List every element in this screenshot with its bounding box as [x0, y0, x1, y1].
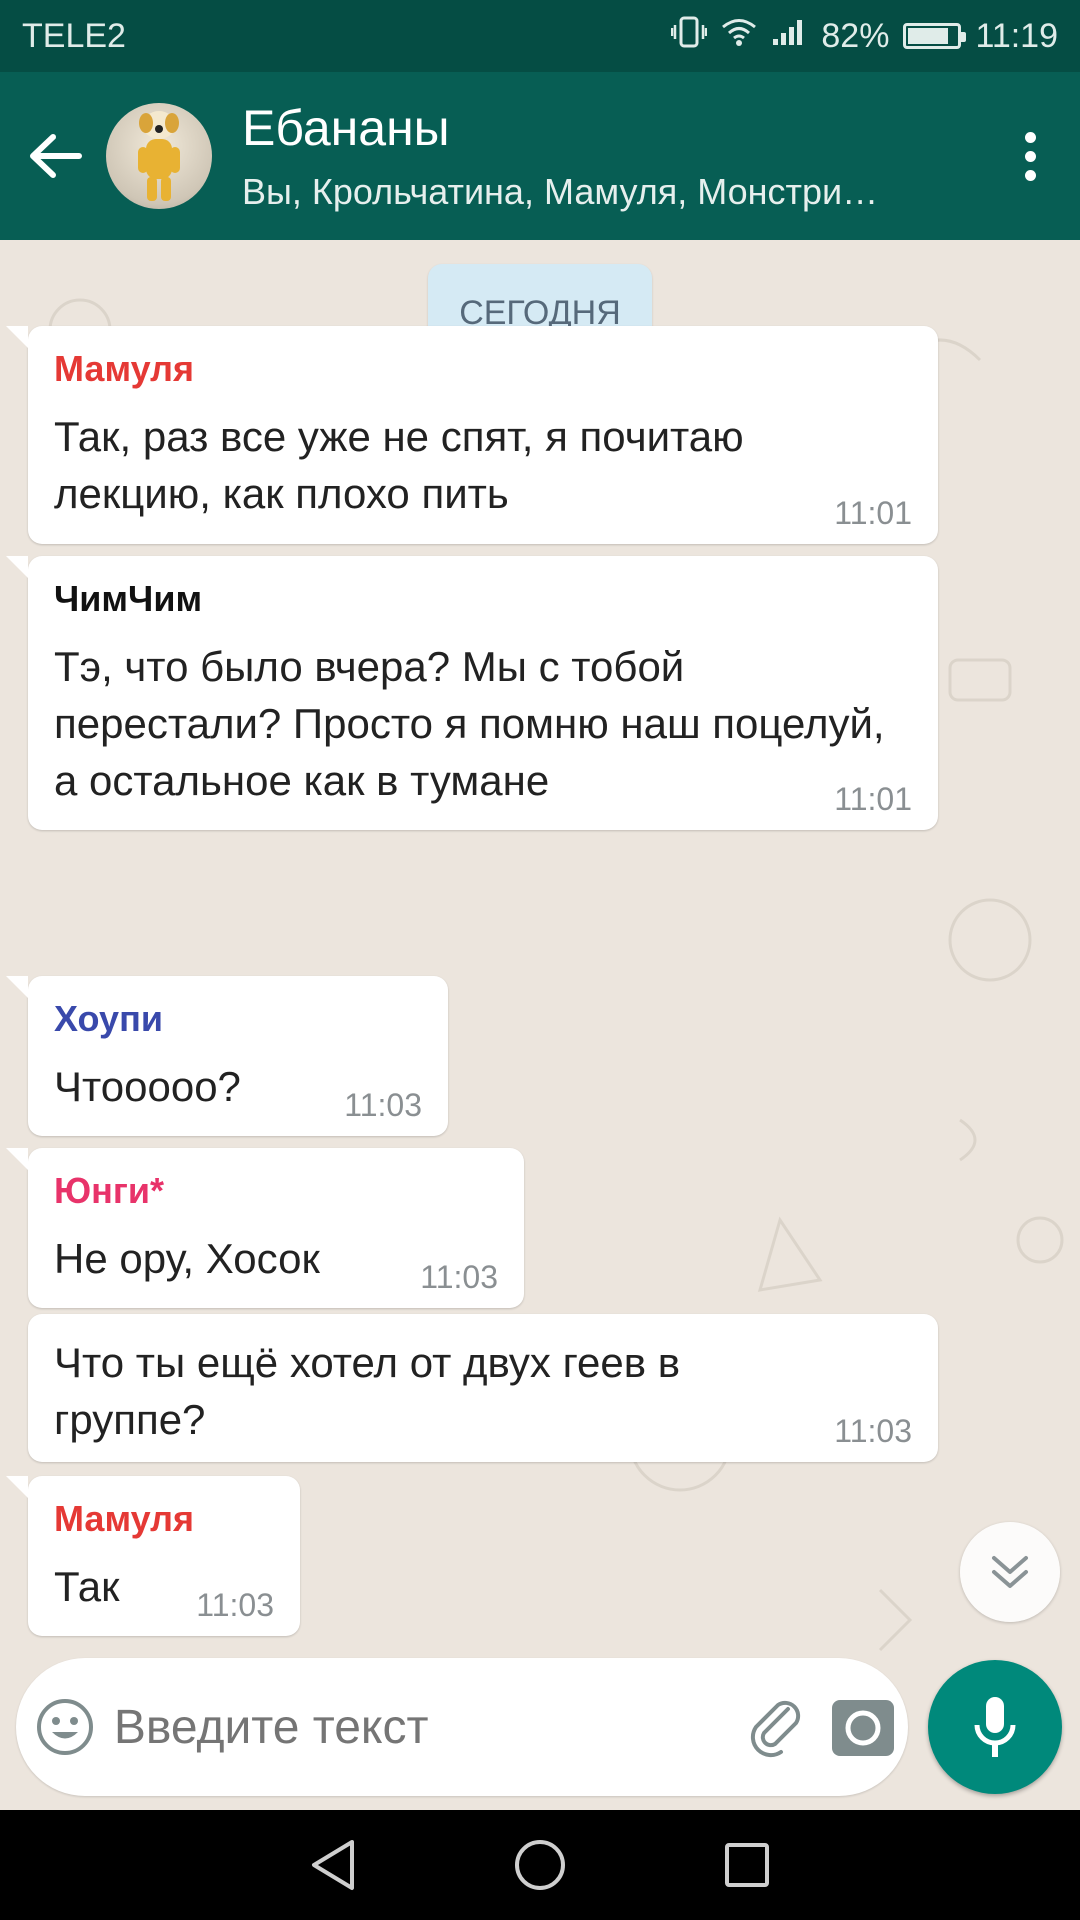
message-time: 11:03 [834, 1413, 912, 1449]
message-sender: Мамуля [54, 1498, 195, 1539]
message-bubble[interactable]: Мамуля Так, раз все уже не спят, я почит… [6, 326, 938, 544]
chat-header: Ебананы Вы, Крольчатина, Мамуля, Монстри… [0, 72, 1080, 240]
message-bubble[interactable]: Что ты ещё хотел от двух геев в группе? … [28, 1314, 938, 1462]
message-text: Что ты ещё хотел от двух геев в группе? [54, 1339, 681, 1443]
square-recents-icon [724, 1843, 769, 1887]
scroll-to-bottom-button[interactable] [960, 1522, 1060, 1622]
nav-back-button[interactable] [293, 1825, 373, 1905]
system-nav-bar [0, 1810, 1080, 1920]
message-bubble[interactable]: ЧимЧим Тэ, что было вчера? Мы с тобой пе… [6, 556, 938, 830]
attach-button[interactable] [735, 1695, 818, 1759]
status-icons: 82% 11:19 [671, 15, 1058, 58]
signal-icon [771, 17, 807, 56]
message-input[interactable] [113, 1699, 735, 1755]
more-options-button[interactable] [980, 72, 1080, 240]
emoji-icon [36, 1699, 93, 1755]
message-sender: Мамуля [54, 348, 195, 389]
carrier-label: TELE2 [22, 16, 126, 55]
triangle-back-icon [312, 1840, 355, 1890]
message-sender: Юнги* [54, 1170, 165, 1211]
message-text: Так, раз все уже не спят, я почитаю лекц… [54, 413, 744, 517]
status-bar: TELE2 82% 11:19 [0, 0, 1080, 72]
compose-bar [16, 1658, 908, 1796]
arrow-left-icon [30, 134, 82, 178]
message-time: 11:03 [420, 1259, 498, 1295]
chevron-double-down-icon [992, 1556, 1028, 1588]
chat-participants: Вы, Крольчатина, Мамуля, Монстри… [242, 171, 879, 212]
paperclip-icon [751, 1700, 801, 1758]
emoji-button[interactable] [16, 1697, 114, 1757]
battery-icon [903, 23, 967, 49]
nav-home-button[interactable] [500, 1825, 580, 1905]
mic-icon [974, 1697, 1016, 1757]
back-button[interactable] [0, 72, 110, 240]
message-bubble[interactable]: Хоупи Чтооооо? 11:03 [6, 976, 448, 1136]
clock: 11:19 [975, 16, 1058, 55]
message-bubble[interactable]: Юнги* Не ору, Хосок 11:03 [6, 1148, 524, 1308]
camera-icon [831, 1700, 894, 1756]
group-avatar[interactable] [106, 103, 212, 209]
chat-title: Ебананы [242, 100, 450, 156]
chat-info[interactable]: Ебананы Вы, Крольчатина, Мамуля, Монстри… [242, 99, 980, 213]
nav-recents-button[interactable] [707, 1825, 787, 1905]
message-time: 11:01 [834, 781, 912, 817]
message-bubble[interactable]: Мамуля Так 11:03 [6, 1476, 300, 1636]
message-sender: ЧимЧим [54, 578, 203, 619]
message-text: Тэ, что было вчера? Мы с тобой перестали… [54, 643, 885, 804]
voice-message-button[interactable] [928, 1660, 1062, 1794]
message-time: 11:03 [196, 1587, 274, 1623]
message-sender: Хоупи [54, 998, 163, 1039]
camera-button[interactable] [818, 1696, 908, 1758]
vibrate-icon [671, 15, 708, 58]
message-time: 11:03 [344, 1087, 422, 1123]
wifi-icon [721, 17, 757, 56]
more-vert-icon [1024, 131, 1036, 143]
circle-home-icon [514, 1840, 565, 1890]
battery-percent: 82% [821, 16, 890, 55]
message-list[interactable]: СЕГОДНЯ Мамуля Так, раз все уже не спят,… [0, 240, 1080, 1810]
message-time: 11:01 [834, 495, 912, 531]
